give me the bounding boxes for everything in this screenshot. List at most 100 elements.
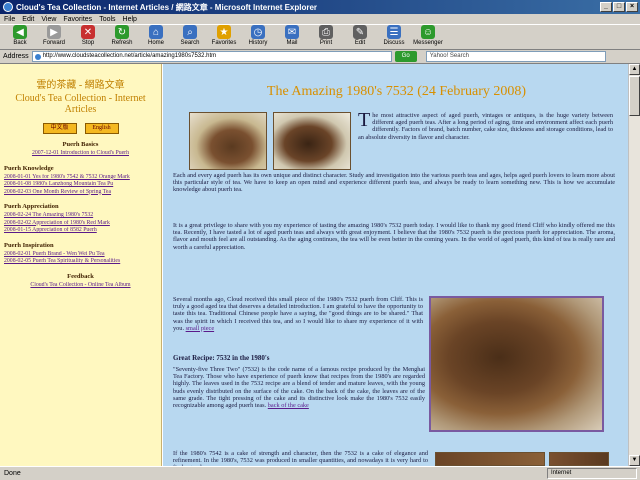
toolbar-label: Refresh bbox=[111, 40, 133, 46]
toolbar-label: Messenger bbox=[413, 40, 443, 46]
sidebar-article-link[interactable]: 2008-01-08 1980's Lanzhong Mountain Tea … bbox=[4, 181, 157, 189]
print-button[interactable]: ⎙ Print bbox=[309, 25, 343, 49]
article-paragraph-intro-cont: Each and every aged puerh has its own un… bbox=[173, 172, 615, 194]
article-paragraph-3: Several months ago, Cloud received this … bbox=[173, 296, 423, 332]
menu-edit[interactable]: Edit bbox=[22, 16, 34, 23]
tea-leaves-photo-2[interactable] bbox=[549, 452, 609, 466]
sidebar-section-heading: Puerh Appreciation bbox=[4, 203, 59, 210]
edit-icon: ✎ bbox=[353, 25, 367, 39]
window-title: Cloud's Tea Collection - Internet Articl… bbox=[16, 2, 318, 12]
article-title: The Amazing 1980's 7532 (24 February 200… bbox=[266, 84, 527, 99]
security-zone: Internet bbox=[547, 468, 637, 479]
sidebar-section: Puerh Appreciation 2008-02-24 The Amazing… bbox=[0, 203, 161, 235]
home-button[interactable]: ⌂ Home bbox=[139, 25, 173, 49]
sidebar-article-link[interactable]: 2008-02-05 Puerh Tea Spirituality & Pers… bbox=[4, 258, 157, 266]
close-button[interactable]: × bbox=[626, 2, 638, 12]
scroll-down-icon[interactable]: ▼ bbox=[629, 455, 640, 466]
sidebar-article-link[interactable]: 2008-01-01 Yes for 1980's 7542 & 7532 Or… bbox=[4, 174, 157, 182]
toolbar-label: Mail bbox=[286, 40, 298, 46]
discuss-icon: ☰ bbox=[387, 25, 401, 39]
edit-button[interactable]: ✎ Edit bbox=[343, 25, 377, 49]
sidebar-section: Puerh Knowledge 2008-01-01 Yes for 1980's… bbox=[0, 165, 161, 197]
toolbar-label: Forward bbox=[42, 40, 65, 46]
messenger-button[interactable]: ☺ Messenger bbox=[411, 25, 445, 49]
sidebar-article-link[interactable]: 2007-12-01 Introduction to Cloud's Puerh bbox=[4, 150, 157, 158]
toolbar-label: Discuss bbox=[383, 40, 405, 46]
stop-button[interactable]: ✕ Stop bbox=[71, 25, 105, 49]
forward-arrow-icon: ▶ bbox=[47, 25, 61, 39]
history-icon: ◷ bbox=[251, 25, 265, 39]
sidebar-section-heading: Puerh Inspiration bbox=[4, 241, 54, 249]
sidebar-section-heading: Puerh Basics bbox=[62, 141, 99, 148]
drop-cap: T bbox=[358, 109, 371, 131]
article-paragraph-5: If the 1980's 7542 is a cake of strength… bbox=[173, 450, 428, 466]
menu-help[interactable]: Help bbox=[123, 16, 137, 23]
print-icon: ⎙ bbox=[319, 25, 333, 39]
toolbar-label: Print bbox=[319, 40, 333, 46]
scroll-thumb[interactable] bbox=[629, 76, 640, 116]
go-button[interactable]: Go bbox=[394, 51, 417, 62]
toolbar-label: Edit bbox=[354, 40, 366, 46]
history-button[interactable]: ◷ History bbox=[241, 25, 275, 49]
status-text: Done bbox=[4, 470, 21, 477]
tea-cake-photo-front[interactable] bbox=[189, 112, 267, 170]
menu-bar: File Edit View Favorites Tools Help bbox=[0, 14, 640, 24]
discuss-button[interactable]: ☰ Discuss bbox=[377, 25, 411, 49]
article-paragraph-intro: The most attractive aspect of aged puerh… bbox=[358, 109, 613, 141]
address-bar: Address http://www.cloudsteacollection.n… bbox=[0, 50, 640, 64]
search-toolbar-input[interactable]: Yahoo! Search bbox=[425, 51, 606, 62]
small-piece-link[interactable]: small piece bbox=[186, 325, 215, 332]
english-version-button[interactable]: English bbox=[84, 123, 119, 134]
tea-leaves-photo-1[interactable] bbox=[435, 452, 545, 466]
web-page: 雲的茶藏 - 網路文章 Cloud's Tea Collection - Int… bbox=[0, 64, 640, 466]
toolbar-label: History bbox=[248, 40, 268, 46]
window-titlebar: Cloud's Tea Collection - Internet Articl… bbox=[0, 0, 640, 14]
tea-cake-photo-back[interactable] bbox=[273, 112, 351, 170]
vertical-scrollbar[interactable]: ▲ ▼ bbox=[628, 64, 640, 466]
maximize-button[interactable]: □ bbox=[613, 2, 625, 12]
sidebar-article-link[interactable]: 2008-02-24 The Amazing 1980's 7532 bbox=[4, 212, 157, 220]
search-icon: ⌕ bbox=[183, 25, 197, 39]
scroll-up-icon[interactable]: ▲ bbox=[629, 64, 640, 75]
stop-icon: ✕ bbox=[81, 25, 95, 39]
sidebar-title-chinese: 雲的茶藏 - 網路文章 bbox=[36, 80, 125, 91]
sidebar-article-link[interactable]: 2008-02-02 Appreciation of 1980's Red Ma… bbox=[4, 220, 157, 228]
toolbar: ◀ Back ▶ Forward ✕ Stop ↻ Refresh ⌂ Home ⌕ Search ★ F… bbox=[0, 24, 640, 50]
home-icon: ⌂ bbox=[149, 25, 163, 39]
refresh-button[interactable]: ↻ Refresh bbox=[105, 25, 139, 49]
menu-tools[interactable]: Tools bbox=[99, 16, 115, 23]
search-button[interactable]: ⌕ Search bbox=[173, 25, 207, 49]
sidebar-section: Feedback Cloud's Tea Collection - Online … bbox=[0, 273, 161, 290]
article-paragraph-4: "Seventy-five Three Two" (7532) is the c… bbox=[173, 366, 425, 410]
toolbar-label: Favorites bbox=[211, 40, 237, 46]
status-bar: Done Internet bbox=[0, 466, 640, 480]
address-label: Address bbox=[3, 53, 29, 60]
favorites-button[interactable]: ★ Favorites bbox=[207, 25, 241, 49]
sidebar-title-english: Cloud's Tea Collection - Internet Articl… bbox=[15, 93, 146, 115]
back-of-cake-link[interactable]: back of the cake bbox=[268, 402, 309, 409]
back-button[interactable]: ◀ Back bbox=[3, 25, 37, 49]
menu-favorites[interactable]: Favorites bbox=[63, 16, 92, 23]
refresh-icon: ↻ bbox=[115, 25, 129, 39]
sidebar-article-link[interactable]: 2008-02-01 Puerh Brand - Wen Wei Pu Tea bbox=[4, 251, 157, 259]
chinese-version-button[interactable]: 中文版 bbox=[42, 123, 77, 134]
mail-button[interactable]: ✉ Mail bbox=[275, 25, 309, 49]
menu-file[interactable]: File bbox=[4, 16, 15, 23]
internet-explorer-icon bbox=[3, 2, 13, 12]
sidebar-section-heading: Puerh Knowledge bbox=[4, 164, 54, 172]
sidebar-article-link[interactable]: Cloud's Tea Collection - Online Tea Albu… bbox=[4, 282, 157, 290]
sidebar-section-heading: Feedback bbox=[67, 272, 94, 280]
mail-icon: ✉ bbox=[285, 25, 299, 39]
forward-button[interactable]: ▶ Forward bbox=[37, 25, 71, 49]
minimize-button[interactable]: _ bbox=[600, 2, 612, 12]
tea-cake-closeup-photo[interactable] bbox=[429, 296, 604, 432]
toolbar-label: Search bbox=[180, 40, 200, 46]
article-main: The Amazing 1980's 7532 (24 February 200… bbox=[163, 64, 628, 466]
address-input[interactable]: http://www.cloudsteacollection.net/artic… bbox=[31, 51, 392, 62]
favorites-star-icon: ★ bbox=[217, 25, 231, 39]
sidebar: 雲的茶藏 - 網路文章 Cloud's Tea Collection - Int… bbox=[0, 64, 162, 466]
section-heading: Great Recipe: 7532 in the 1980's bbox=[173, 354, 270, 362]
sidebar-article-link[interactable]: 2008-01-15 Appreciation of 8582 Puerh bbox=[4, 227, 157, 235]
menu-view[interactable]: View bbox=[41, 16, 56, 23]
sidebar-article-link[interactable]: 2008-02-03 One Month Review of Spring Te… bbox=[4, 189, 157, 197]
